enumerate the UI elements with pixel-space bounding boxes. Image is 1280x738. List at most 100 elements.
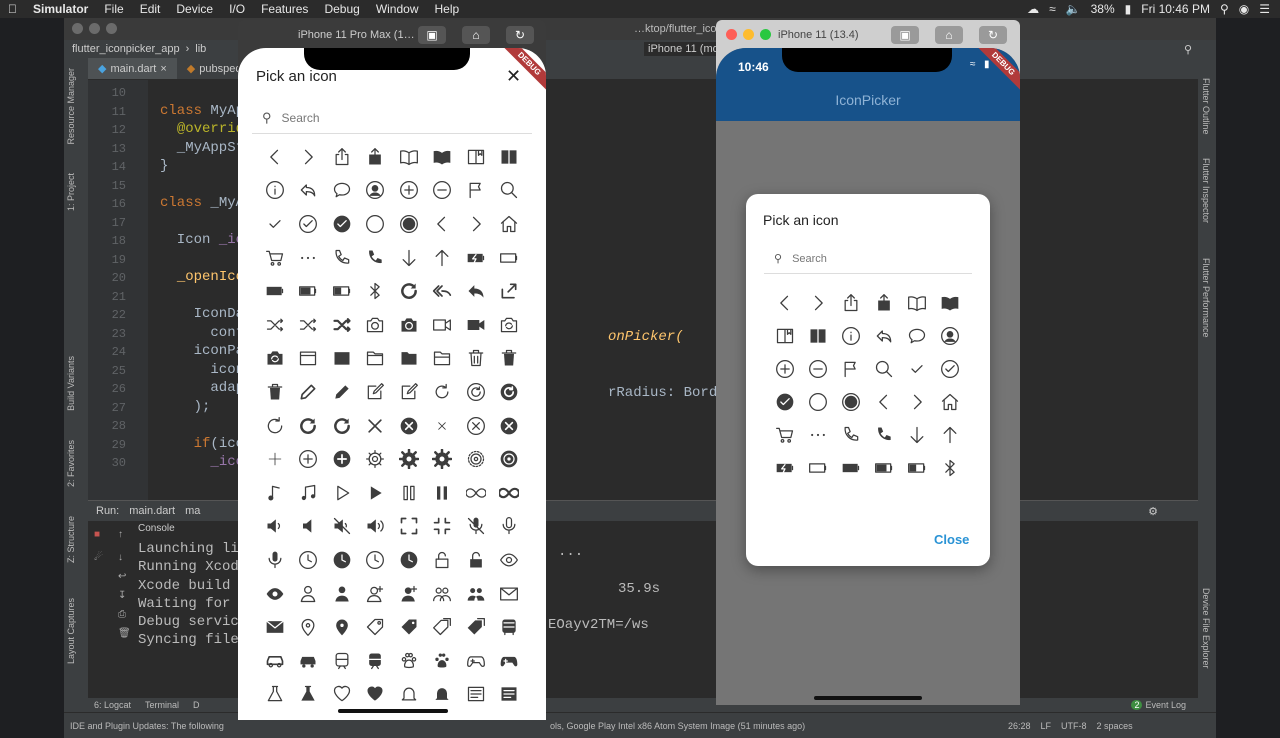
paw-filled-icon[interactable] <box>426 644 460 678</box>
soft-wrap-icon[interactable]: ↩ <box>112 567 136 586</box>
clock-outline-icon[interactable] <box>292 543 326 577</box>
pin-icon[interactable]: ☄ <box>88 548 112 567</box>
chevron-right-icon[interactable] <box>801 286 834 319</box>
cloud-icon[interactable]: ☁ <box>1027 2 1039 16</box>
add-circle-outline-icon[interactable] <box>392 174 426 208</box>
tool-flutter-inspector[interactable]: Flutter Inspector <box>1201 158 1211 223</box>
book-outline-icon[interactable] <box>900 286 933 319</box>
music-note-icon[interactable] <box>258 476 292 510</box>
volume-icon[interactable]: 🔈 <box>1066 2 1081 16</box>
battery-charging-icon[interactable] <box>768 451 801 484</box>
check-circle-outline-icon[interactable] <box>933 352 966 385</box>
person-circle-icon[interactable] <box>933 319 966 352</box>
car-filled-icon[interactable] <box>292 644 326 678</box>
music-notes-icon[interactable] <box>292 476 326 510</box>
close-circle-outline-icon[interactable] <box>459 409 493 443</box>
tool-terminal[interactable]: Terminal <box>145 700 179 710</box>
close-icon[interactable]: × <box>160 63 166 75</box>
tool-device-file-explorer[interactable]: Device File Explorer <box>1201 588 1211 669</box>
book-filled-icon[interactable] <box>426 140 460 174</box>
screenshot-button[interactable]: ▣ <box>418 26 446 44</box>
switch-camera-filled-icon[interactable] <box>258 342 292 376</box>
heart-outline-icon[interactable] <box>325 678 359 712</box>
search-icon[interactable] <box>867 352 900 385</box>
clear-trash-icon[interactable]: 🗑 <box>112 624 136 643</box>
share-filled-icon[interactable] <box>359 140 393 174</box>
flask-icon[interactable] <box>258 678 292 712</box>
run-tab-main[interactable]: main.dart <box>129 505 175 517</box>
folder-rect-icon[interactable] <box>292 342 326 376</box>
tool-resource-manager[interactable]: Resource Manager <box>66 68 76 145</box>
reply-outline-icon[interactable] <box>867 319 900 352</box>
bell-filled-icon[interactable] <box>426 678 460 712</box>
infinity-bold-icon[interactable] <box>493 476 527 510</box>
refresh-bold-icon[interactable] <box>325 409 359 443</box>
arrow-down-icon[interactable] <box>900 418 933 451</box>
clock-outline-icon[interactable] <box>359 543 393 577</box>
zoom-window-button[interactable] <box>106 23 117 34</box>
arrow-up-icon[interactable] <box>933 418 966 451</box>
person-add-filled-icon[interactable] <box>392 577 426 611</box>
share-filled-icon[interactable] <box>867 286 900 319</box>
close-window-button[interactable] <box>72 23 83 34</box>
run-tab-second[interactable]: ma <box>185 505 200 517</box>
paw-outline-icon[interactable] <box>392 644 426 678</box>
menu-io[interactable]: I/O <box>221 2 253 16</box>
battery-75-icon[interactable] <box>867 451 900 484</box>
mail-outline-icon[interactable] <box>493 577 527 611</box>
battery-full-icon[interactable] <box>258 274 292 308</box>
spotlight-icon[interactable]: ⚲ <box>1220 2 1229 16</box>
zoom-window-button[interactable] <box>760 29 771 40</box>
refresh-icon[interactable] <box>426 375 460 409</box>
flag-outline-icon[interactable] <box>834 352 867 385</box>
train-filled-icon[interactable] <box>359 644 393 678</box>
close-window-button[interactable] <box>726 29 737 40</box>
location-outline-icon[interactable] <box>292 610 326 644</box>
clock[interactable]: Fri 10:46 PM <box>1141 2 1210 16</box>
check-circle-filled-icon[interactable] <box>768 385 801 418</box>
battery-percent[interactable]: 38% <box>1091 2 1115 16</box>
chevron-left-icon[interactable] <box>768 286 801 319</box>
add-circle-outline-icon[interactable] <box>292 442 326 476</box>
search-everywhere-icon[interactable]: ⚲ <box>1184 43 1192 56</box>
search-icon[interactable] <box>493 174 527 208</box>
circle-outline-icon[interactable] <box>801 385 834 418</box>
battery-empty-icon[interactable] <box>801 451 834 484</box>
edit-box-icon[interactable] <box>359 375 393 409</box>
tool-project[interactable]: 1: Project <box>66 173 76 211</box>
infinity-icon[interactable] <box>459 476 493 510</box>
location-filled-icon[interactable] <box>325 610 359 644</box>
menu-help[interactable]: Help <box>427 2 468 16</box>
lock-open-icon[interactable] <box>459 543 493 577</box>
info-outline-icon[interactable] <box>834 319 867 352</box>
tool-structure[interactable]: Z: Structure <box>66 516 76 563</box>
chevron-left-icon[interactable] <box>867 385 900 418</box>
folder-rect-filled-icon[interactable] <box>325 342 359 376</box>
volume-mute-icon[interactable] <box>325 510 359 544</box>
gear-filled-icon[interactable] <box>392 442 426 476</box>
close-icon[interactable] <box>359 409 393 443</box>
bus-icon[interactable] <box>493 610 527 644</box>
battery-50-icon[interactable] <box>900 451 933 484</box>
menu-window[interactable]: Window <box>368 2 427 16</box>
rotate-button[interactable]: ↻ <box>506 26 534 44</box>
refresh-circle-filled-icon[interactable] <box>493 375 527 409</box>
pencil-icon[interactable] <box>292 375 326 409</box>
caret-position[interactable]: 26:28 <box>1008 721 1031 731</box>
scroll-up-icon[interactable]: ↑ <box>112 521 136 548</box>
apple-icon[interactable]:  <box>0 2 25 16</box>
gear-wheel-icon[interactable] <box>459 442 493 476</box>
home-button[interactable]: ⌂ <box>935 26 963 44</box>
tag-outline-icon[interactable] <box>359 610 393 644</box>
home-indicator[interactable] <box>338 709 448 713</box>
scroll-end-icon[interactable]: ↧ <box>112 586 136 605</box>
battery-75-icon[interactable] <box>292 274 326 308</box>
status-message[interactable]: IDE and Plugin Updates: The following <box>70 721 224 731</box>
fullscreen-icon[interactable] <box>392 510 426 544</box>
play-outline-icon[interactable] <box>325 476 359 510</box>
screenshot-button[interactable]: ▣ <box>891 26 919 44</box>
breadcrumb-project[interactable]: flutter_iconpicker_app <box>72 43 180 55</box>
mic-filled-icon[interactable] <box>258 543 292 577</box>
phone-filled-icon[interactable] <box>867 418 900 451</box>
flask-filled-icon[interactable] <box>292 678 326 712</box>
